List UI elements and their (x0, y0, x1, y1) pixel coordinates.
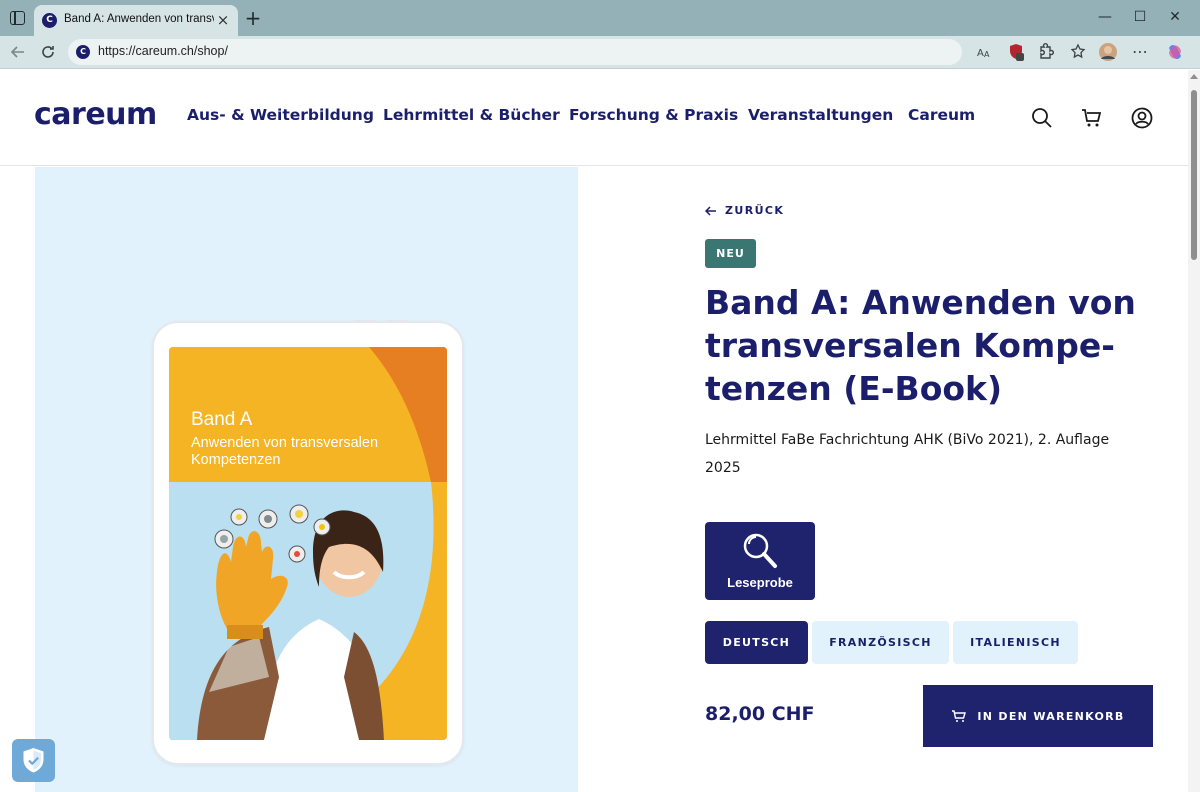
magnifier-icon (743, 533, 777, 568)
profile-avatar[interactable] (1098, 42, 1118, 62)
new-tab-icon[interactable]: + (244, 8, 262, 28)
scrollbar-thumb[interactable] (1191, 90, 1197, 260)
read-aloud-icon[interactable]: AA (974, 42, 994, 62)
address-bar[interactable]: C https://careum.ch/shop/ (68, 39, 962, 65)
svg-text:A: A (984, 50, 990, 59)
product-image-area: Band A Anwenden von transversalen Kompet… (35, 167, 578, 792)
scroll-up-icon[interactable] (1190, 74, 1198, 79)
minimize-icon[interactable]: — (1096, 8, 1114, 26)
cart-icon[interactable] (1080, 106, 1104, 130)
add-to-cart-label: IN DEN WARENKORB (977, 709, 1125, 723)
cart-icon (952, 710, 967, 722)
product-title: Band A: Anwenden von transversalen Kompe… (705, 283, 1136, 408)
copilot-icon[interactable] (1165, 42, 1185, 62)
cover-subtitle: Anwenden von transversalen Kompetenzen (191, 435, 379, 468)
cover-artwork (169, 347, 447, 740)
page-scrollbar[interactable] (1188, 70, 1200, 792)
back-link-label: ZURÜCK (725, 204, 785, 217)
reload-icon[interactable] (38, 42, 58, 62)
shield-extension-icon[interactable] (1006, 42, 1026, 62)
cover-title: Band A Anwenden von transversalen Kompet… (191, 409, 401, 469)
browser-tab-bar: C Band A: Anwenden von transversa × + — … (0, 0, 1200, 36)
favorites-icon[interactable] (1069, 42, 1089, 62)
leseprobe-label: Leseprobe (727, 575, 793, 590)
browser-tab[interactable]: C Band A: Anwenden von transversa × (34, 5, 238, 36)
tablet-mockup: Band A Anwenden von transversalen Kompet… (152, 320, 464, 765)
extensions-icon[interactable] (1035, 42, 1055, 62)
language-option-deutsch[interactable]: DEUTSCH (705, 621, 808, 664)
close-tab-icon[interactable]: × (214, 11, 232, 29)
nav-item-careum[interactable]: Careum (908, 106, 975, 124)
product-price: 82,00 CHF (705, 703, 815, 725)
careum-logo[interactable]: careum (34, 97, 157, 132)
account-icon[interactable] (1130, 106, 1154, 130)
nav-item-lehrmittel[interactable]: Lehrmittel & Bücher (383, 106, 560, 124)
back-link[interactable]: ZURÜCK (705, 204, 784, 217)
new-badge: NEU (705, 239, 756, 268)
tablet-button (386, 320, 408, 323)
site-favicon-icon: C (76, 45, 90, 59)
maximize-icon[interactable]: ☐ (1131, 8, 1149, 26)
book-cover: Band A Anwenden von transversalen Kompet… (169, 347, 447, 740)
arrow-left-icon (705, 205, 716, 216)
tab-actions-icon[interactable] (10, 11, 25, 25)
tablet-button (354, 320, 376, 323)
search-icon[interactable] (1030, 106, 1054, 130)
back-icon[interactable] (8, 42, 28, 62)
tab-title: Band A: Anwenden von transversa (64, 13, 214, 25)
url-text: https://careum.ch/shop/ (98, 44, 228, 58)
shield-check-icon (23, 748, 44, 773)
privacy-settings-button[interactable] (12, 739, 55, 782)
nav-item-aus-weiterbildung[interactable]: Aus- & Weiterbildung (187, 106, 374, 124)
nav-item-forschung[interactable]: Forschung & Praxis (569, 106, 738, 124)
language-option-franzoesisch[interactable]: FRANZÖSISCH (812, 621, 949, 664)
svg-text:A: A (977, 48, 984, 59)
close-window-icon[interactable]: ✕ (1166, 8, 1184, 26)
site-header: careum Aus- & Weiterbildung Lehrmittel &… (0, 70, 1188, 166)
careum-favicon-icon: C (42, 13, 57, 28)
nav-item-veranstaltungen[interactable]: Veranstaltungen (748, 106, 893, 124)
add-to-cart-button[interactable]: IN DEN WARENKORB (923, 685, 1153, 747)
cover-band: Band A (191, 409, 253, 430)
language-option-italienisch[interactable]: ITALIENISCH (953, 621, 1078, 664)
leseprobe-button[interactable]: Leseprobe (705, 522, 815, 600)
more-menu-icon[interactable]: ⋯ (1130, 42, 1150, 62)
product-subtitle: Lehrmittel FaBe Fachrichtung AHK (BiVo 2… (705, 432, 1110, 476)
